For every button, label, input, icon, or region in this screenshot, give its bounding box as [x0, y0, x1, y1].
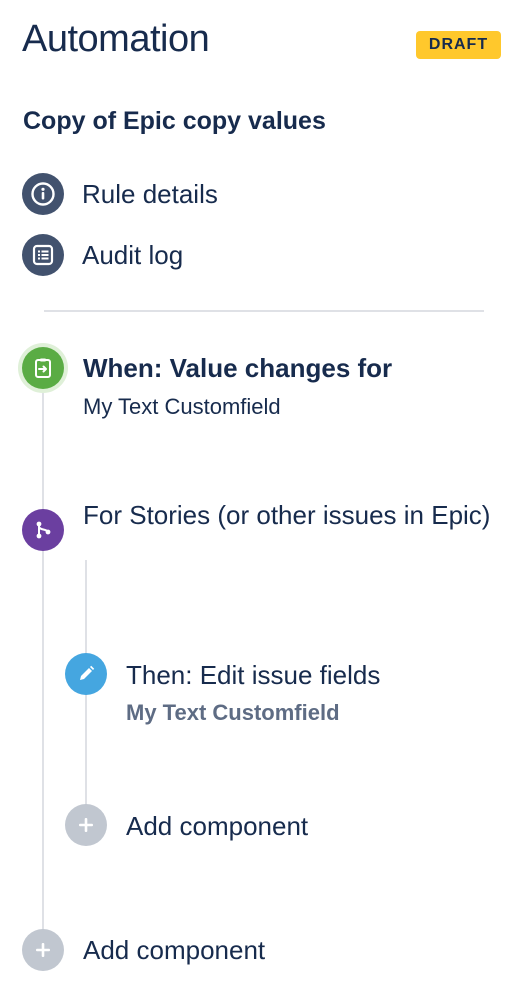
- trigger-icon[interactable]: [22, 347, 64, 389]
- branch-title[interactable]: For Stories (or other issues in Epic): [83, 498, 503, 532]
- list-icon: [22, 234, 64, 276]
- trigger-subtitle: My Text Customfield: [83, 394, 281, 419]
- pencil-icon[interactable]: [65, 653, 107, 695]
- automation-sidebar: Automation DRAFT Copy of Epic copy value…: [0, 0, 525, 999]
- info-icon: [22, 173, 64, 215]
- action-title[interactable]: Then: Edit issue fields: [126, 660, 380, 691]
- nav-item-rule-details[interactable]: Rule details: [22, 172, 422, 216]
- add-icon[interactable]: [65, 804, 107, 846]
- section-divider: [44, 310, 484, 312]
- action-subtitle: My Text Customfield: [126, 700, 340, 725]
- flow-connector-line: [42, 370, 44, 945]
- add-component-button[interactable]: Add component: [83, 935, 265, 966]
- rule-name: Copy of Epic copy values: [23, 107, 326, 135]
- add-component-button[interactable]: Add component: [126, 811, 308, 842]
- add-icon[interactable]: [22, 929, 64, 971]
- nav-item-label: Rule details: [82, 178, 218, 209]
- branch-icon[interactable]: [22, 509, 64, 551]
- nav-item-label: Audit log: [82, 239, 184, 270]
- trigger-title[interactable]: When: Value changes for: [83, 353, 392, 384]
- page-title: Automation: [22, 18, 210, 60]
- draft-status-badge: DRAFT: [416, 31, 501, 59]
- nav-item-audit-log[interactable]: Audit log: [22, 233, 422, 277]
